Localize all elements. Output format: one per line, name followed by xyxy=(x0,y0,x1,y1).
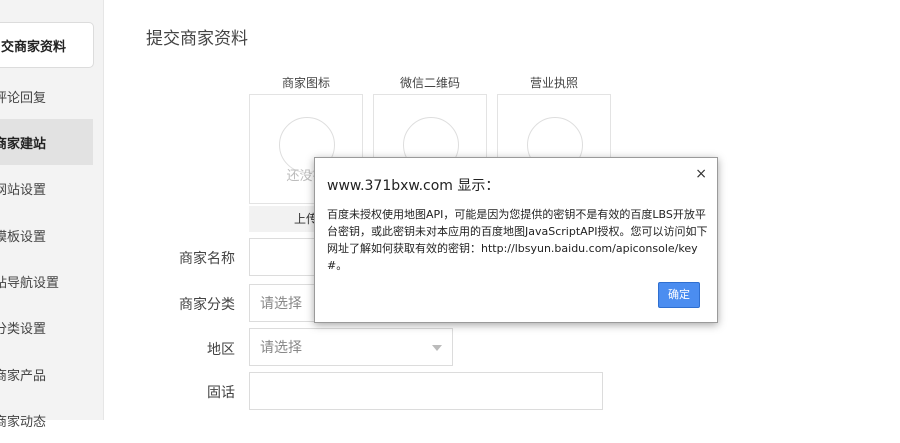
upload-label-license: 营业执照 xyxy=(529,76,578,90)
sidebar: 交商家资料 评论回复 商家建站 网站设置 模板设置 站导航设置 分类设置 商家产… xyxy=(0,0,104,430)
sidebar-tab-submit-info[interactable]: 交商家资料 xyxy=(0,22,94,68)
label-shop-name: 商家名称 xyxy=(179,251,235,267)
upload-label-wechat-qr: 微信二维码 xyxy=(399,76,460,90)
dialog-message: 百度未授权使用地图API，可能是因为您提供的密钥不是有效的百度LBS开放平台密钥… xyxy=(327,208,708,272)
region-value: 请选择 xyxy=(260,340,302,356)
alert-dialog: www.371bxw.com 显示： × 百度未授权使用地图API，可能是因为您… xyxy=(314,157,718,323)
sidebar-item-site-building[interactable]: 商家建站 xyxy=(0,119,93,165)
chevron-down-icon xyxy=(432,345,442,351)
sidebar-item-template-settings[interactable]: 模板设置 xyxy=(0,212,93,258)
label-region: 地区 xyxy=(207,342,235,358)
region-select[interactable]: 请选择 xyxy=(249,328,453,366)
page-title: 提交商家资料 xyxy=(146,29,248,49)
sidebar-item-category-settings[interactable]: 分类设置 xyxy=(0,304,93,350)
sidebar-item-site-settings[interactable]: 网站设置 xyxy=(0,165,93,211)
dialog-title: www.371bxw.com 显示： xyxy=(327,178,500,194)
close-icon[interactable]: × xyxy=(695,166,707,182)
sidebar-item-news[interactable]: 商家动态 xyxy=(0,397,93,443)
shop-category-value: 请选择 xyxy=(260,296,302,312)
upload-label-logo: 商家图标 xyxy=(281,76,330,90)
label-phone: 固话 xyxy=(207,385,235,401)
label-shop-category: 商家分类 xyxy=(179,297,235,313)
sidebar-item-review-reply[interactable]: 评论回复 xyxy=(0,73,93,119)
sidebar-item-products[interactable]: 商家产品 xyxy=(0,351,93,397)
ok-button[interactable]: 确定 xyxy=(658,282,700,308)
sidebar-item-nav-settings[interactable]: 站导航设置 xyxy=(0,258,93,304)
phone-input[interactable] xyxy=(249,372,603,410)
